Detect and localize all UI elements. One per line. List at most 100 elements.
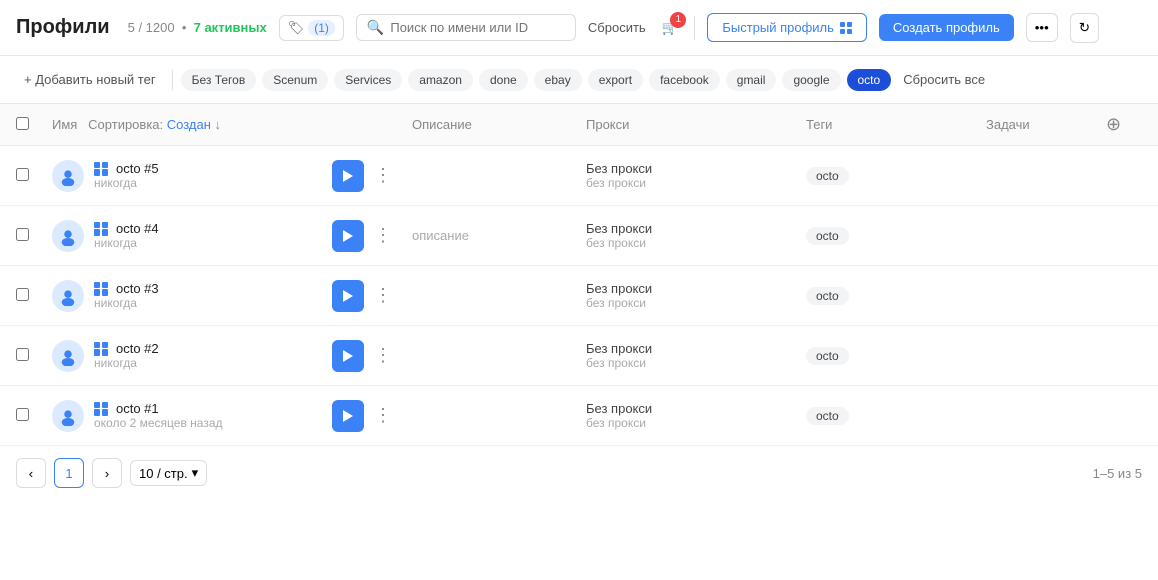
profile-sub: никогда	[94, 176, 159, 190]
proxy-cell: Без прокси без прокси	[586, 281, 806, 310]
row-select-checkbox[interactable]	[16, 348, 29, 361]
profile-name-block: octo #4 никогда	[94, 221, 159, 250]
checkbox-all-col	[16, 117, 52, 133]
play-button[interactable]	[332, 340, 364, 372]
tag-cell: octo	[806, 287, 986, 305]
profile-info: octo #1 около 2 месяцев назад	[52, 400, 332, 432]
more-row-button[interactable]: ⋮	[370, 281, 396, 310]
add-task-col[interactable]: ⊕	[1106, 114, 1142, 135]
proxy-main: Без прокси	[586, 221, 806, 236]
create-profile-label: Создать профиль	[893, 20, 1000, 35]
tag-octo-badge: octo	[806, 347, 849, 365]
next-page-button[interactable]: ›	[92, 458, 122, 488]
profile-info: octo #4 никогда	[52, 220, 332, 252]
proxy-cell: Без прокси без прокси	[586, 161, 806, 190]
row-checkbox[interactable]	[16, 168, 52, 184]
prev-page-button[interactable]: ‹	[16, 458, 46, 488]
row-checkbox[interactable]	[16, 408, 52, 424]
table-header: Имя Сортировка: Создан ↓ Описание Прокси…	[0, 104, 1158, 146]
refresh-button[interactable]: ↻	[1070, 13, 1099, 43]
search-input[interactable]	[390, 20, 565, 35]
row-select-checkbox[interactable]	[16, 288, 29, 301]
tags-container: Без ТеговScenum Services amazon done ebayexp…	[181, 69, 892, 91]
sort-field-label[interactable]: Создан	[167, 117, 211, 132]
per-page-label: 10 / стр.	[139, 466, 188, 481]
tag-chip[interactable]: done	[479, 69, 528, 91]
tag-cell: octo	[806, 407, 986, 425]
proxy-main: Без прокси	[586, 281, 806, 296]
tag-chip[interactable]: export	[588, 69, 643, 91]
profile-name-block: octo #5 никогда	[94, 161, 159, 190]
tag-octo-badge: octo	[806, 227, 849, 245]
row-actions: ⋮	[332, 340, 412, 372]
quick-profile-button[interactable]: Быстрый профиль	[707, 13, 867, 42]
sort-arrow: ↓	[215, 117, 222, 132]
tag-chip[interactable]: Без Тегов	[181, 69, 257, 91]
more-options-button[interactable]: •••	[1026, 13, 1058, 42]
tag-chip[interactable]: octo	[847, 69, 892, 91]
row-checkbox[interactable]	[16, 288, 52, 304]
proxy-sub: без прокси	[586, 416, 806, 430]
tag-chip[interactable]: Scenum	[262, 69, 328, 91]
create-profile-button[interactable]: Создать профиль	[879, 14, 1014, 41]
row-checkbox[interactable]	[16, 348, 52, 364]
profile-info: octo #5 никогда	[52, 160, 332, 192]
proxy-cell: Без прокси без прокси	[586, 221, 806, 250]
play-button[interactable]	[332, 160, 364, 192]
row-select-checkbox[interactable]	[16, 168, 29, 181]
profile-info: octo #2 никогда	[52, 340, 332, 372]
quick-profile-dots-icon	[840, 22, 852, 34]
more-row-button[interactable]: ⋮	[370, 341, 396, 370]
proxy-col-header: Прокси	[586, 117, 806, 132]
divider	[694, 16, 695, 40]
tag-filter-button[interactable]: 🏷 (1)	[279, 15, 344, 41]
profile-name: octo #3	[116, 281, 159, 296]
play-button[interactable]	[332, 400, 364, 432]
proxy-sub: без прокси	[586, 296, 806, 310]
row-actions: ⋮	[332, 280, 412, 312]
tag-chip[interactable]: amazon	[408, 69, 473, 91]
play-button[interactable]	[332, 220, 364, 252]
windows-icon	[94, 342, 108, 356]
avatar	[52, 220, 84, 252]
tag-chip[interactable]: ebay	[534, 69, 582, 91]
tag-chip[interactable]: Services	[334, 69, 402, 91]
tags-col-header: Теги	[806, 117, 986, 132]
table-row: octo #1 около 2 месяцев назад ⋮ Без прок…	[0, 386, 1158, 446]
avatar	[52, 280, 84, 312]
table-row: octo #3 никогда ⋮ Без прокси без прокси …	[0, 266, 1158, 326]
profile-name-block: octo #3 никогда	[94, 281, 159, 310]
proxy-main: Без прокси	[586, 161, 806, 176]
row-select-checkbox[interactable]	[16, 408, 29, 421]
tag-cell: octo	[806, 227, 986, 245]
proxy-cell: Без прокси без прокси	[586, 341, 806, 370]
profile-count: 5 / 1200 • 7 активных	[128, 20, 267, 35]
reset-button[interactable]: Сбросить	[588, 20, 646, 35]
row-select-checkbox[interactable]	[16, 228, 29, 241]
cart-badge: 1	[670, 12, 686, 28]
tags-bar: + Добавить новый тег Без ТеговScenum Serv…	[0, 56, 1158, 104]
profile-name-block: octo #1 около 2 месяцев назад	[94, 401, 223, 430]
more-row-button[interactable]: ⋮	[370, 401, 396, 430]
table-row: octo #5 никогда ⋮ Без прокси без прокси …	[0, 146, 1158, 206]
profile-sub: около 2 месяцев назад	[94, 416, 223, 430]
windows-icon	[94, 222, 108, 236]
tag-chip[interactable]: gmail	[726, 69, 777, 91]
row-checkbox[interactable]	[16, 228, 52, 244]
more-row-button[interactable]: ⋮	[370, 221, 396, 250]
tag-octo-badge: octo	[806, 287, 849, 305]
search-icon: 🔍	[367, 19, 384, 36]
per-page-select[interactable]: 10 / стр. ▾	[130, 460, 207, 486]
avatar	[52, 400, 84, 432]
row-actions: ⋮	[332, 160, 412, 192]
add-tag-button[interactable]: + Добавить новый тег	[16, 68, 164, 91]
select-all-checkbox[interactable]	[16, 117, 29, 130]
play-button[interactable]	[332, 280, 364, 312]
tag-octo-badge: octo	[806, 407, 849, 425]
tag-chip[interactable]: google	[782, 69, 840, 91]
cart-button[interactable]: 🛒 1	[658, 16, 683, 40]
more-row-button[interactable]: ⋮	[370, 161, 396, 190]
profile-name: octo #4	[116, 221, 159, 236]
reset-all-tags-button[interactable]: Сбросить все	[903, 72, 985, 87]
tag-chip[interactable]: facebook	[649, 69, 720, 91]
